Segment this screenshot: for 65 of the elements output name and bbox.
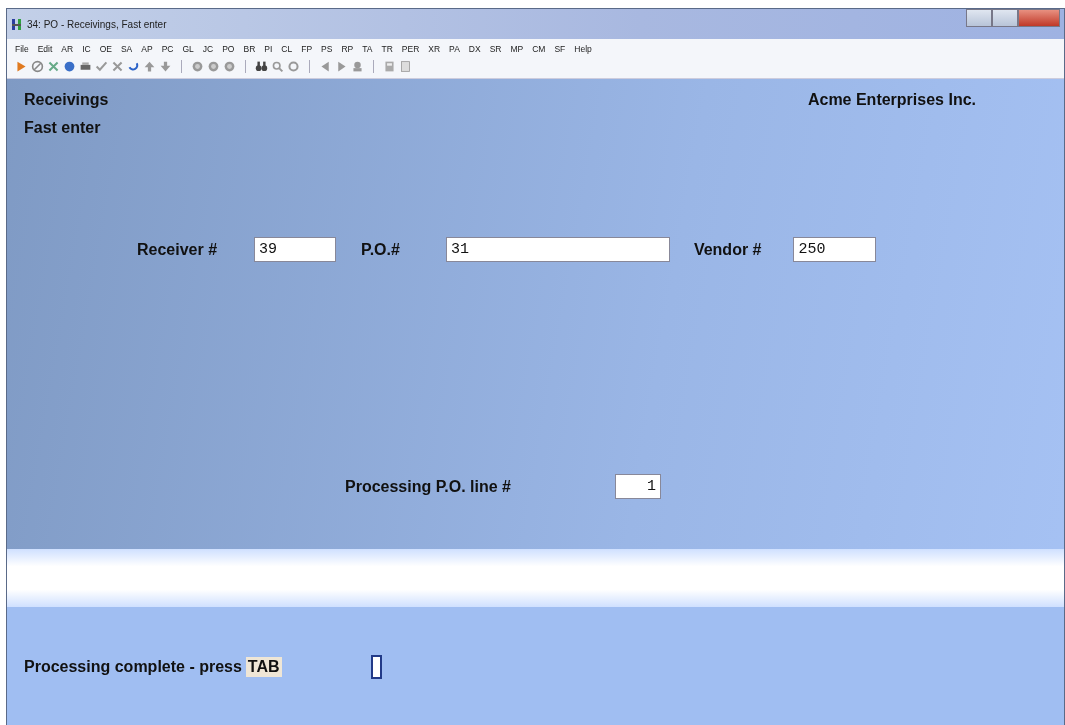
undo-icon[interactable]	[127, 60, 140, 73]
stop-icon[interactable]	[31, 60, 44, 73]
app-icon	[11, 17, 23, 31]
play-icon[interactable]	[15, 60, 28, 73]
check-icon[interactable]	[95, 60, 108, 73]
field-label: Receiver #	[137, 240, 218, 259]
minimize-button[interactable]	[966, 9, 992, 27]
menu-item[interactable]: DX	[468, 44, 481, 54]
company-name: Acme Enterprises Inc.	[807, 91, 976, 109]
menu-item[interactable]: SF	[554, 44, 566, 54]
menu-item[interactable]: SA	[120, 44, 133, 54]
field-label: Processing P.O. line #	[345, 477, 511, 496]
status-message: Processing complete - press	[24, 657, 242, 676]
down-arrow-icon[interactable]	[159, 60, 172, 73]
menu-item[interactable]: GL	[182, 44, 194, 54]
menu-item[interactable]: PO	[222, 44, 235, 54]
mode-label: Fast enter	[23, 118, 102, 137]
printer-icon[interactable]	[79, 60, 92, 73]
screen-title: Receivings	[24, 91, 109, 109]
left-arrow-icon[interactable]	[319, 60, 332, 73]
input-field[interactable]: 1	[615, 474, 661, 499]
field-label: P.O.#	[361, 240, 400, 259]
menu-item[interactable]: IC	[82, 44, 91, 54]
menu-item[interactable]: PA	[449, 44, 460, 54]
close-button[interactable]	[1018, 9, 1060, 27]
input-field[interactable]: 250	[793, 237, 877, 262]
menu-item[interactable]: JC	[202, 44, 214, 54]
circle-icon[interactable]	[223, 60, 236, 73]
input-field[interactable]: 31	[445, 237, 670, 262]
field-label: Vendor #	[693, 240, 762, 259]
menu-item[interactable]: FP	[301, 44, 313, 54]
menu-item[interactable]: TR	[381, 44, 393, 54]
window-title: 34: PO - Receivings, Fast enter	[27, 18, 167, 30]
refresh-icon[interactable]	[287, 60, 300, 73]
maximize-button[interactable]	[992, 9, 1018, 27]
menu-item[interactable]: Help	[574, 44, 592, 54]
right-arrow-icon[interactable]	[335, 60, 348, 73]
circle-icon[interactable]	[191, 60, 204, 73]
calculator-icon[interactable]	[383, 60, 396, 73]
up-arrow-icon[interactable]	[143, 60, 156, 73]
circle-icon[interactable]	[207, 60, 220, 73]
menu-item[interactable]: PS	[321, 44, 333, 54]
menu-item[interactable]: PC	[161, 44, 174, 54]
menu-item[interactable]: PI	[264, 44, 273, 54]
input-field[interactable]: 39	[254, 237, 337, 262]
x-icon[interactable]	[111, 60, 124, 73]
menu-item[interactable]: Edit	[37, 44, 53, 54]
menu-item[interactable]: File	[15, 44, 29, 54]
binoculars-icon[interactable]	[255, 60, 268, 73]
menu-item[interactable]: BR	[243, 44, 256, 54]
menu-item[interactable]: SR	[489, 44, 502, 54]
menu-item[interactable]: TA	[362, 44, 373, 54]
document-icon[interactable]	[399, 60, 412, 73]
menu-item[interactable]: MP	[510, 44, 524, 54]
menu-item[interactable]: XR	[428, 44, 441, 54]
menu-item[interactable]: OE	[99, 44, 112, 54]
key-hint: TAB	[245, 656, 282, 677]
input-field[interactable]	[370, 654, 382, 679]
menu-item[interactable]: AP	[141, 44, 153, 54]
menu-item[interactable]: RP	[341, 44, 354, 54]
menu-item[interactable]: PER	[401, 44, 420, 54]
menu-item[interactable]: AR	[61, 44, 74, 54]
stamp-icon[interactable]	[351, 60, 364, 73]
menu-item[interactable]: CL	[281, 44, 293, 54]
menu-item[interactable]: CM	[532, 44, 546, 54]
